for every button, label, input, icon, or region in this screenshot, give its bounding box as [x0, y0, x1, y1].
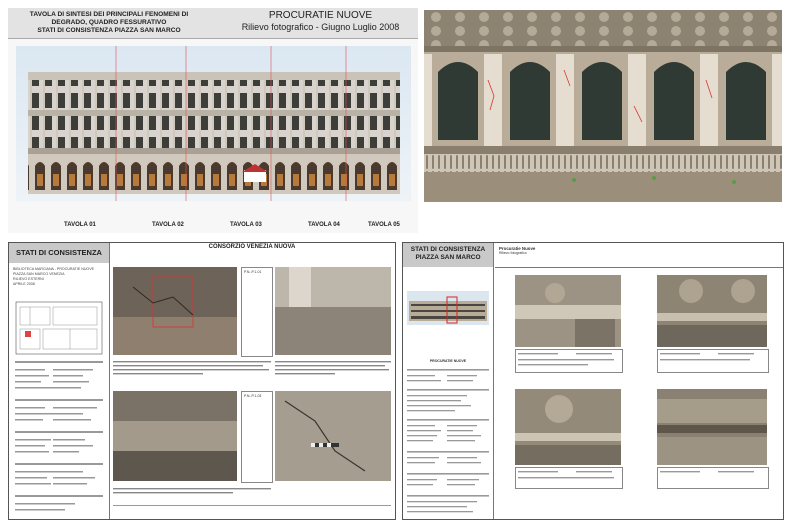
photo-code: P.N.-P.1-01	[244, 270, 262, 274]
photo-1-caption	[113, 359, 271, 379]
overview-title: PROCURATIE NUOVE	[268, 10, 373, 21]
tavola-label: TAVOLA 05	[368, 222, 400, 228]
facade-detail-photo	[424, 10, 782, 202]
damage-photo-2	[275, 267, 391, 355]
legend-list	[15, 361, 103, 511]
overview-header-right: PROCURATIE NUOVE Rilievo fotografico - G…	[228, 10, 413, 33]
detail-photo-3	[515, 389, 621, 465]
overview-panel: TAVOLA DI SINTESI DEI PRINCIPALI FENOMEN…	[8, 8, 418, 233]
detail-photo-4	[657, 389, 767, 465]
overview-header-left: TAVOLA DI SINTESI DEI PRINCIPALI FENOMEN…	[14, 11, 204, 35]
sidebar-header: STATI DI CONSISTENZA PIAZZA SAN MARCO	[403, 243, 493, 267]
sidebar-header: STATI DI CONSISTENZA	[9, 243, 109, 263]
detail-photo-1	[515, 275, 621, 347]
damage-photo-3	[113, 391, 237, 481]
photo-info-box	[515, 467, 623, 489]
caption-lines	[660, 471, 754, 473]
caption-lines	[518, 471, 614, 479]
header-left-title: TAVOLA DI SINTESI DEI PRINCIPALI FENOMEN…	[29, 11, 189, 26]
tavola-label: TAVOLA 04	[308, 222, 340, 228]
caption-lines	[113, 361, 271, 375]
photo-info-box: P.N.-P.1-01	[241, 267, 273, 357]
tavola-label: TAVOLA 02	[152, 222, 184, 228]
section-label: PROCURATIE NUOVE	[429, 359, 467, 363]
sheet-footer	[113, 505, 391, 514]
legend-list	[407, 369, 489, 513]
facade-elevation-image	[16, 46, 411, 201]
head-divider	[495, 267, 783, 268]
sidebar-line: APRILE 2008	[13, 282, 35, 286]
location-thumbnail	[407, 291, 489, 325]
overview-subtitle: Rilievo fotografico - Giugno Luglio 2008	[241, 22, 400, 32]
caption-lines	[275, 361, 391, 375]
sidebar-text: BIBLIOTECA MARCIANA - PROCURATIE NUOVE P…	[13, 267, 105, 287]
photo-info-box	[515, 349, 623, 373]
sheet-title-block: CONSORZIO VENEZIA NUOVA	[109, 243, 395, 263]
tavola-label: TAVOLA 01	[64, 222, 96, 228]
caption-lines	[660, 353, 754, 361]
photo-info-box: P.N.-P.1-03	[241, 391, 273, 483]
sheet-sidebar: STATI DI CONSISTENZA PIAZZA SAN MARCO PR…	[403, 243, 494, 519]
photo-3-caption	[113, 485, 271, 499]
photo-info-box	[657, 349, 769, 373]
photo-2-caption	[275, 359, 391, 379]
sheet-head: Procuratie Nuove Rilievo fotografico	[499, 246, 619, 256]
consistency-sheet-right: STATI DI CONSISTENZA PIAZZA SAN MARCO PR…	[402, 242, 784, 520]
sheet-head-subtitle: Rilievo fotografico	[499, 251, 527, 256]
damage-photo-1	[113, 267, 237, 355]
damage-photo-4	[275, 391, 391, 481]
tavola-label: TAVOLA 03	[230, 222, 262, 228]
header-left-subtitle: STATI DI CONSISTENZA PIAZZA SAN MARCO	[37, 27, 181, 34]
floor-plan-image	[15, 301, 103, 355]
photo-info-box	[657, 467, 769, 489]
detail-photo-2	[657, 275, 767, 347]
sheet-sidebar: STATI DI CONSISTENZA BIBLIOTECA MARCIANA…	[9, 243, 110, 519]
caption-lines	[113, 488, 271, 494]
photo-code: P.N.-P.1-03	[244, 394, 262, 398]
caption-lines	[518, 353, 614, 366]
overview-header: TAVOLA DI SINTESI DEI PRINCIPALI FENOMEN…	[8, 8, 418, 39]
consistency-sheet-left: STATI DI CONSISTENZA BIBLIOTECA MARCIANA…	[8, 242, 396, 520]
sheet-title: CONSORZIO VENEZIA NUOVA	[208, 244, 296, 250]
